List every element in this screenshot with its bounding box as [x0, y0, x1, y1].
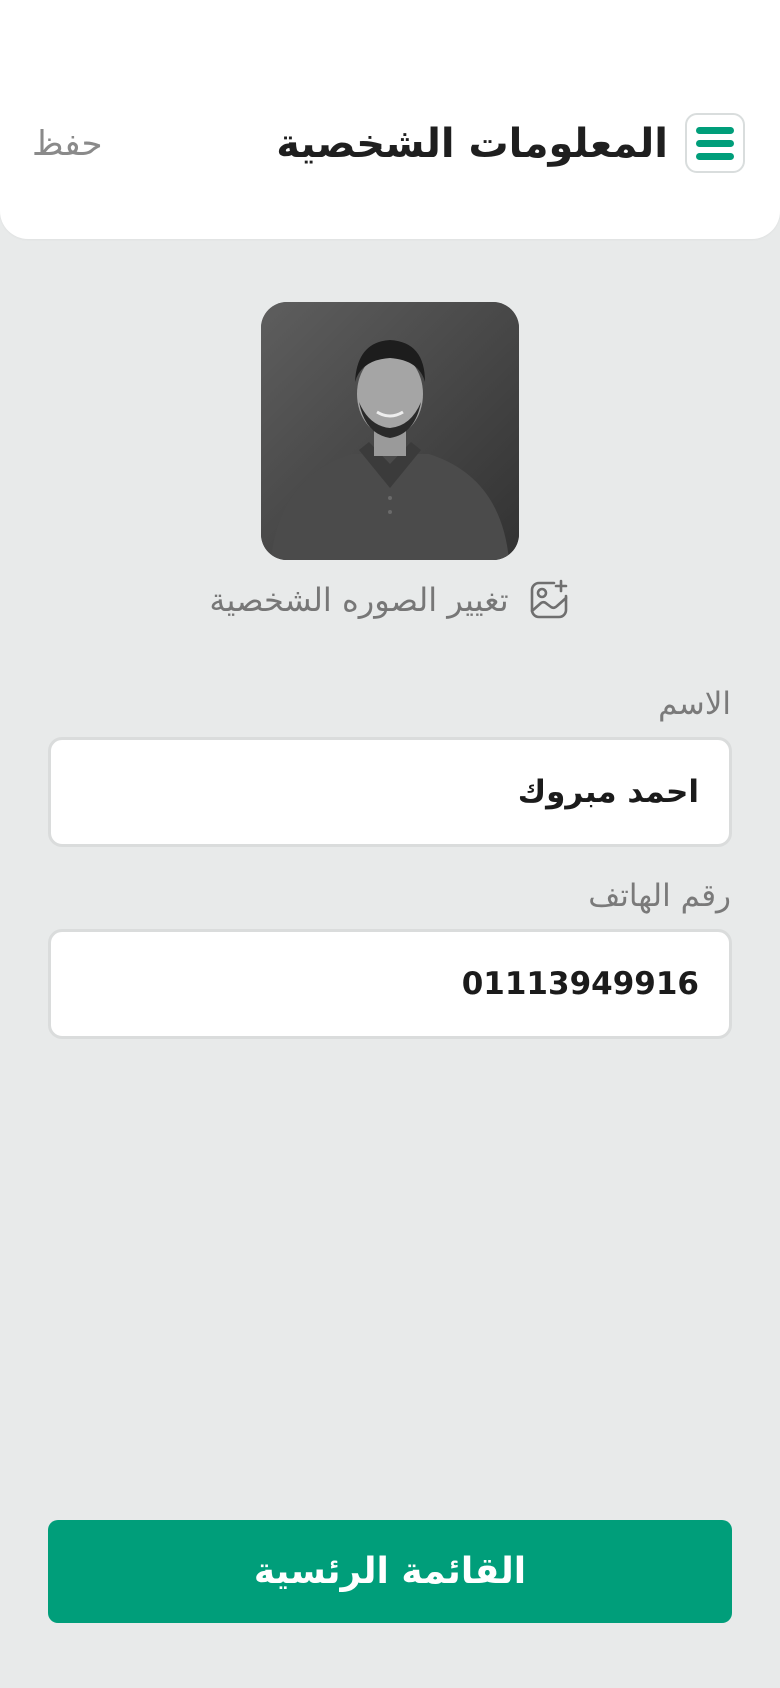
name-field-label: الاسم — [658, 686, 731, 722]
avatar — [261, 302, 519, 560]
menu-bar — [696, 152, 734, 160]
menu-bar — [696, 126, 734, 134]
home-menu-button[interactable]: القائمة الرئسية — [48, 1520, 732, 1623]
phone-field-label: رقم الهاتف — [588, 878, 731, 914]
page-title: المعلومات الشخصية — [276, 121, 668, 167]
save-button[interactable]: حفظ — [32, 116, 103, 172]
menu-bar — [696, 139, 734, 147]
profile-photo — [261, 302, 519, 560]
change-photo-label: تغيير الصوره الشخصية — [209, 581, 509, 619]
image-plus-icon — [527, 578, 571, 622]
name-field[interactable] — [48, 737, 732, 847]
top-app-bar: المعلومات الشخصية حفظ — [0, 0, 780, 239]
change-photo-button[interactable]: تغيير الصوره الشخصية — [190, 572, 590, 628]
phone-field[interactable] — [48, 929, 732, 1039]
menu-button[interactable] — [685, 113, 745, 173]
